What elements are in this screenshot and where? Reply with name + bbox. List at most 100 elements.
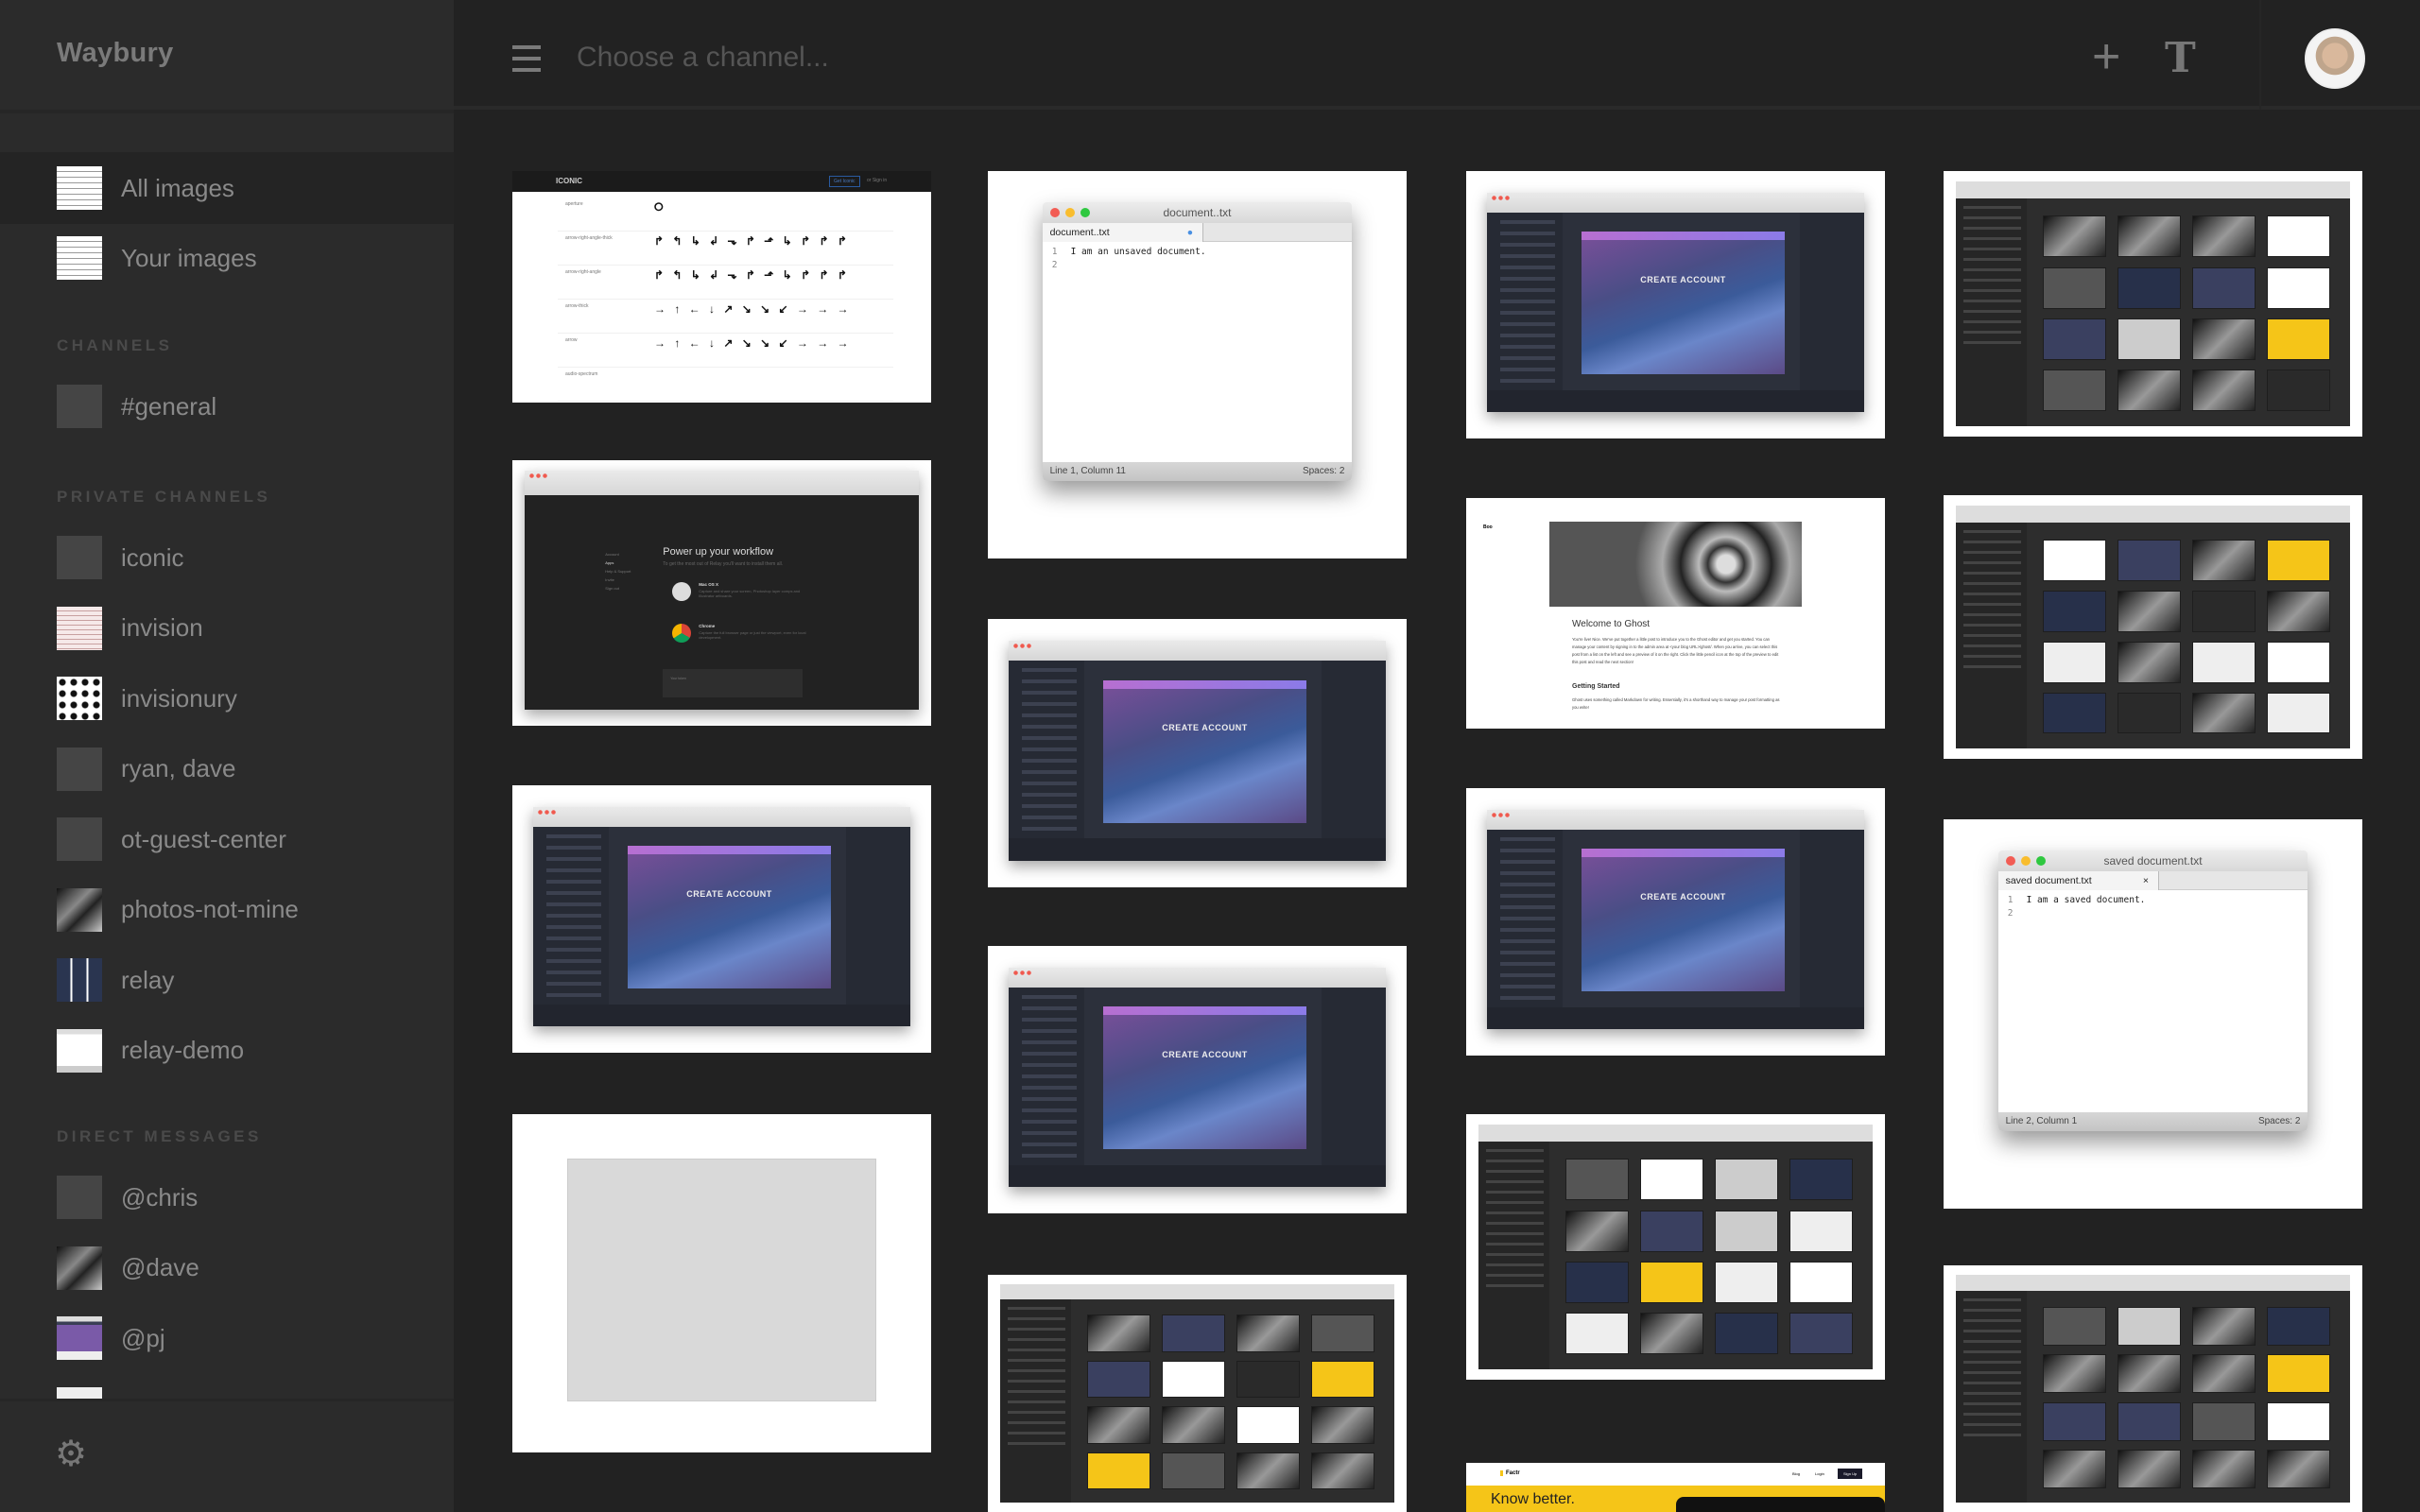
image-tile-iconic[interactable]: ICONIC Get Iconic or Sign in aperture ⭘ arrow… [512,171,931,403]
editor-line: 1 I am a saved document. [1998,894,2308,907]
sidebar-item-pj[interactable]: @pj [0,1302,454,1374]
image-tile-blank[interactable] [512,1114,931,1452]
image-preview [2118,1401,2181,1441]
layer-row [1022,701,1077,706]
image-preview [2267,1307,2330,1346]
layer-row [1500,984,1555,988]
text-icon[interactable]: T [2165,34,2196,82]
hero-photo [1549,522,1802,607]
image-tile-invision[interactable]: CREATE ACCOUNT [512,785,931,1053]
sidebar-item-general[interactable]: #general [0,370,454,442]
invision-window: CREATE ACCOUNT [1487,809,1864,1029]
sidebar-item-invision[interactable]: invision [0,593,454,664]
image-grid: ICONIC Get Iconic or Sign in aperture ⭘ arrow… [454,113,2420,1512]
sidebar-item-label: invisionury [121,683,237,713]
channel-thumbnail [57,958,102,1002]
image-tile-invision[interactable]: CREATE ACCOUNT [1466,788,1885,1056]
icon-row: arrow-right-angle ↱ ↰ ↳ ↲ ⬎ ↱ ⬏ ↳ ↱ ↱ ↱ [558,266,893,300]
image-tile-factr[interactable]: Factr Blog Login Sign Up Know better. [1466,1440,1885,1512]
image-tile-relay[interactable] [1944,1265,2362,1512]
avatar[interactable] [2305,28,2365,89]
channel-search-input[interactable] [577,36,1427,79]
relay-app-window [1478,1125,1873,1369]
image-tile-ghost[interactable]: Boo Welcome to Ghost You're live! Nice. We… [1466,498,1885,729]
image-tile-invision[interactable]: CREATE ACCOUNT [988,619,1407,887]
image-tile-doc[interactable]: saved document.txt saved document.txt × 1 I … [1944,819,2362,1209]
invision-window: CREATE ACCOUNT [1009,967,1386,1187]
canvas-title: CREATE ACCOUNT [1640,891,1726,902]
layer-row [1022,1142,1077,1146]
sidebar-item-invisionury[interactable]: invisionury [0,662,454,734]
sidebar-item-iconic[interactable]: iconic [0,522,454,593]
layer-row [1022,1096,1077,1101]
sidebar-item-ryan-dave[interactable]: ryan, dave [0,733,454,805]
image-tile-relay[interactable] [1466,1114,1885,1380]
relay-sidebar [1956,523,2028,748]
sidebar-row [1963,237,2022,241]
layer-row [1500,836,1555,841]
image-tile-invision[interactable]: CREATE ACCOUNT [988,946,1407,1213]
layer-row [1500,231,1555,235]
window-title: saved document.txt [2103,853,2203,868]
layers-panel [1487,212,1563,390]
sidebar-item-all-images[interactable]: All images [0,152,454,224]
channel-thumbnail [57,1246,102,1290]
sidebar-row [1008,1400,1066,1404]
sidebar-item-dave[interactable]: @dave [0,1232,454,1304]
close-tab-icon: × [2142,874,2150,886]
gear-icon[interactable]: ⚙ [55,1436,89,1472]
image-tile-relay[interactable] [988,1275,1407,1512]
image-preview [2267,215,2330,258]
bottom-toolbar [1009,838,1386,861]
image-preview [2192,215,2256,258]
plus-icon[interactable]: + [2092,28,2120,85]
layer-row [1500,310,1555,315]
editor-body: 1 I am a saved document. 2 [1998,890,2308,920]
canvas-title: CREATE ACCOUNT [1640,274,1726,284]
image-tile-relay[interactable] [1944,171,2362,437]
close-dot [2005,855,2015,866]
sidebar-row [1963,227,2022,231]
layer-row [1022,781,1077,785]
layers-panel [533,826,609,1005]
relay-app-window [1000,1284,1394,1503]
sidebar-row [1963,1340,2022,1344]
layer-row [546,913,601,918]
image-preview [2192,266,2256,309]
image-preview [2118,641,2181,683]
sidebar-item-ot-guest-center[interactable]: ot-guest-center [0,803,454,875]
image-tile-power[interactable]: Account Apps Help & Support Invite Sign out P… [512,460,931,726]
layer-row [546,845,601,850]
image-tile-relay[interactable] [1944,495,2362,759]
image-preview [2042,215,2106,258]
layer-row [1022,690,1077,695]
sidebar-item-your-images[interactable]: Your images [0,222,454,294]
sidebar-row [1486,1191,1545,1194]
sidebar-item-relay[interactable]: relay [0,944,454,1016]
sidebar-item-photos-not-mine[interactable]: photos-not-mine [0,874,454,946]
line-text: I am a saved document. [2026,894,2146,905]
layer-row [1022,1017,1077,1022]
image-preview [1311,1360,1374,1399]
image-tile-invision[interactable]: CREATE ACCOUNT [1466,171,1885,438]
image-preview [2042,1354,2106,1394]
image-preview [1162,1360,1225,1399]
image-preview [1236,1406,1300,1444]
sidebar-item-chris[interactable]: @chris [0,1161,454,1233]
layer-row [1500,904,1555,909]
image-preview [2192,641,2256,683]
sidebar-item-relay-demo[interactable]: relay-demo [0,1015,454,1087]
browser-chrome [525,471,919,495]
sidebar-row [1486,1284,1545,1288]
layer-row [1022,1051,1077,1056]
channel-thumbnail [57,236,102,280]
menu-icon[interactable] [512,45,541,72]
image-preview [2118,1450,2181,1489]
image-preview [2042,1307,2106,1346]
channel-thumbnail [57,385,102,428]
sidebar-row [1963,541,2022,544]
relay-sidebar [1956,1291,2028,1503]
app-description: Capture and share your screen, Photoshop… [699,589,801,599]
image-tile-doc[interactable]: document..txt document..txt ● 1 I am an unsa… [988,171,1407,558]
image-preview [2192,369,2256,412]
